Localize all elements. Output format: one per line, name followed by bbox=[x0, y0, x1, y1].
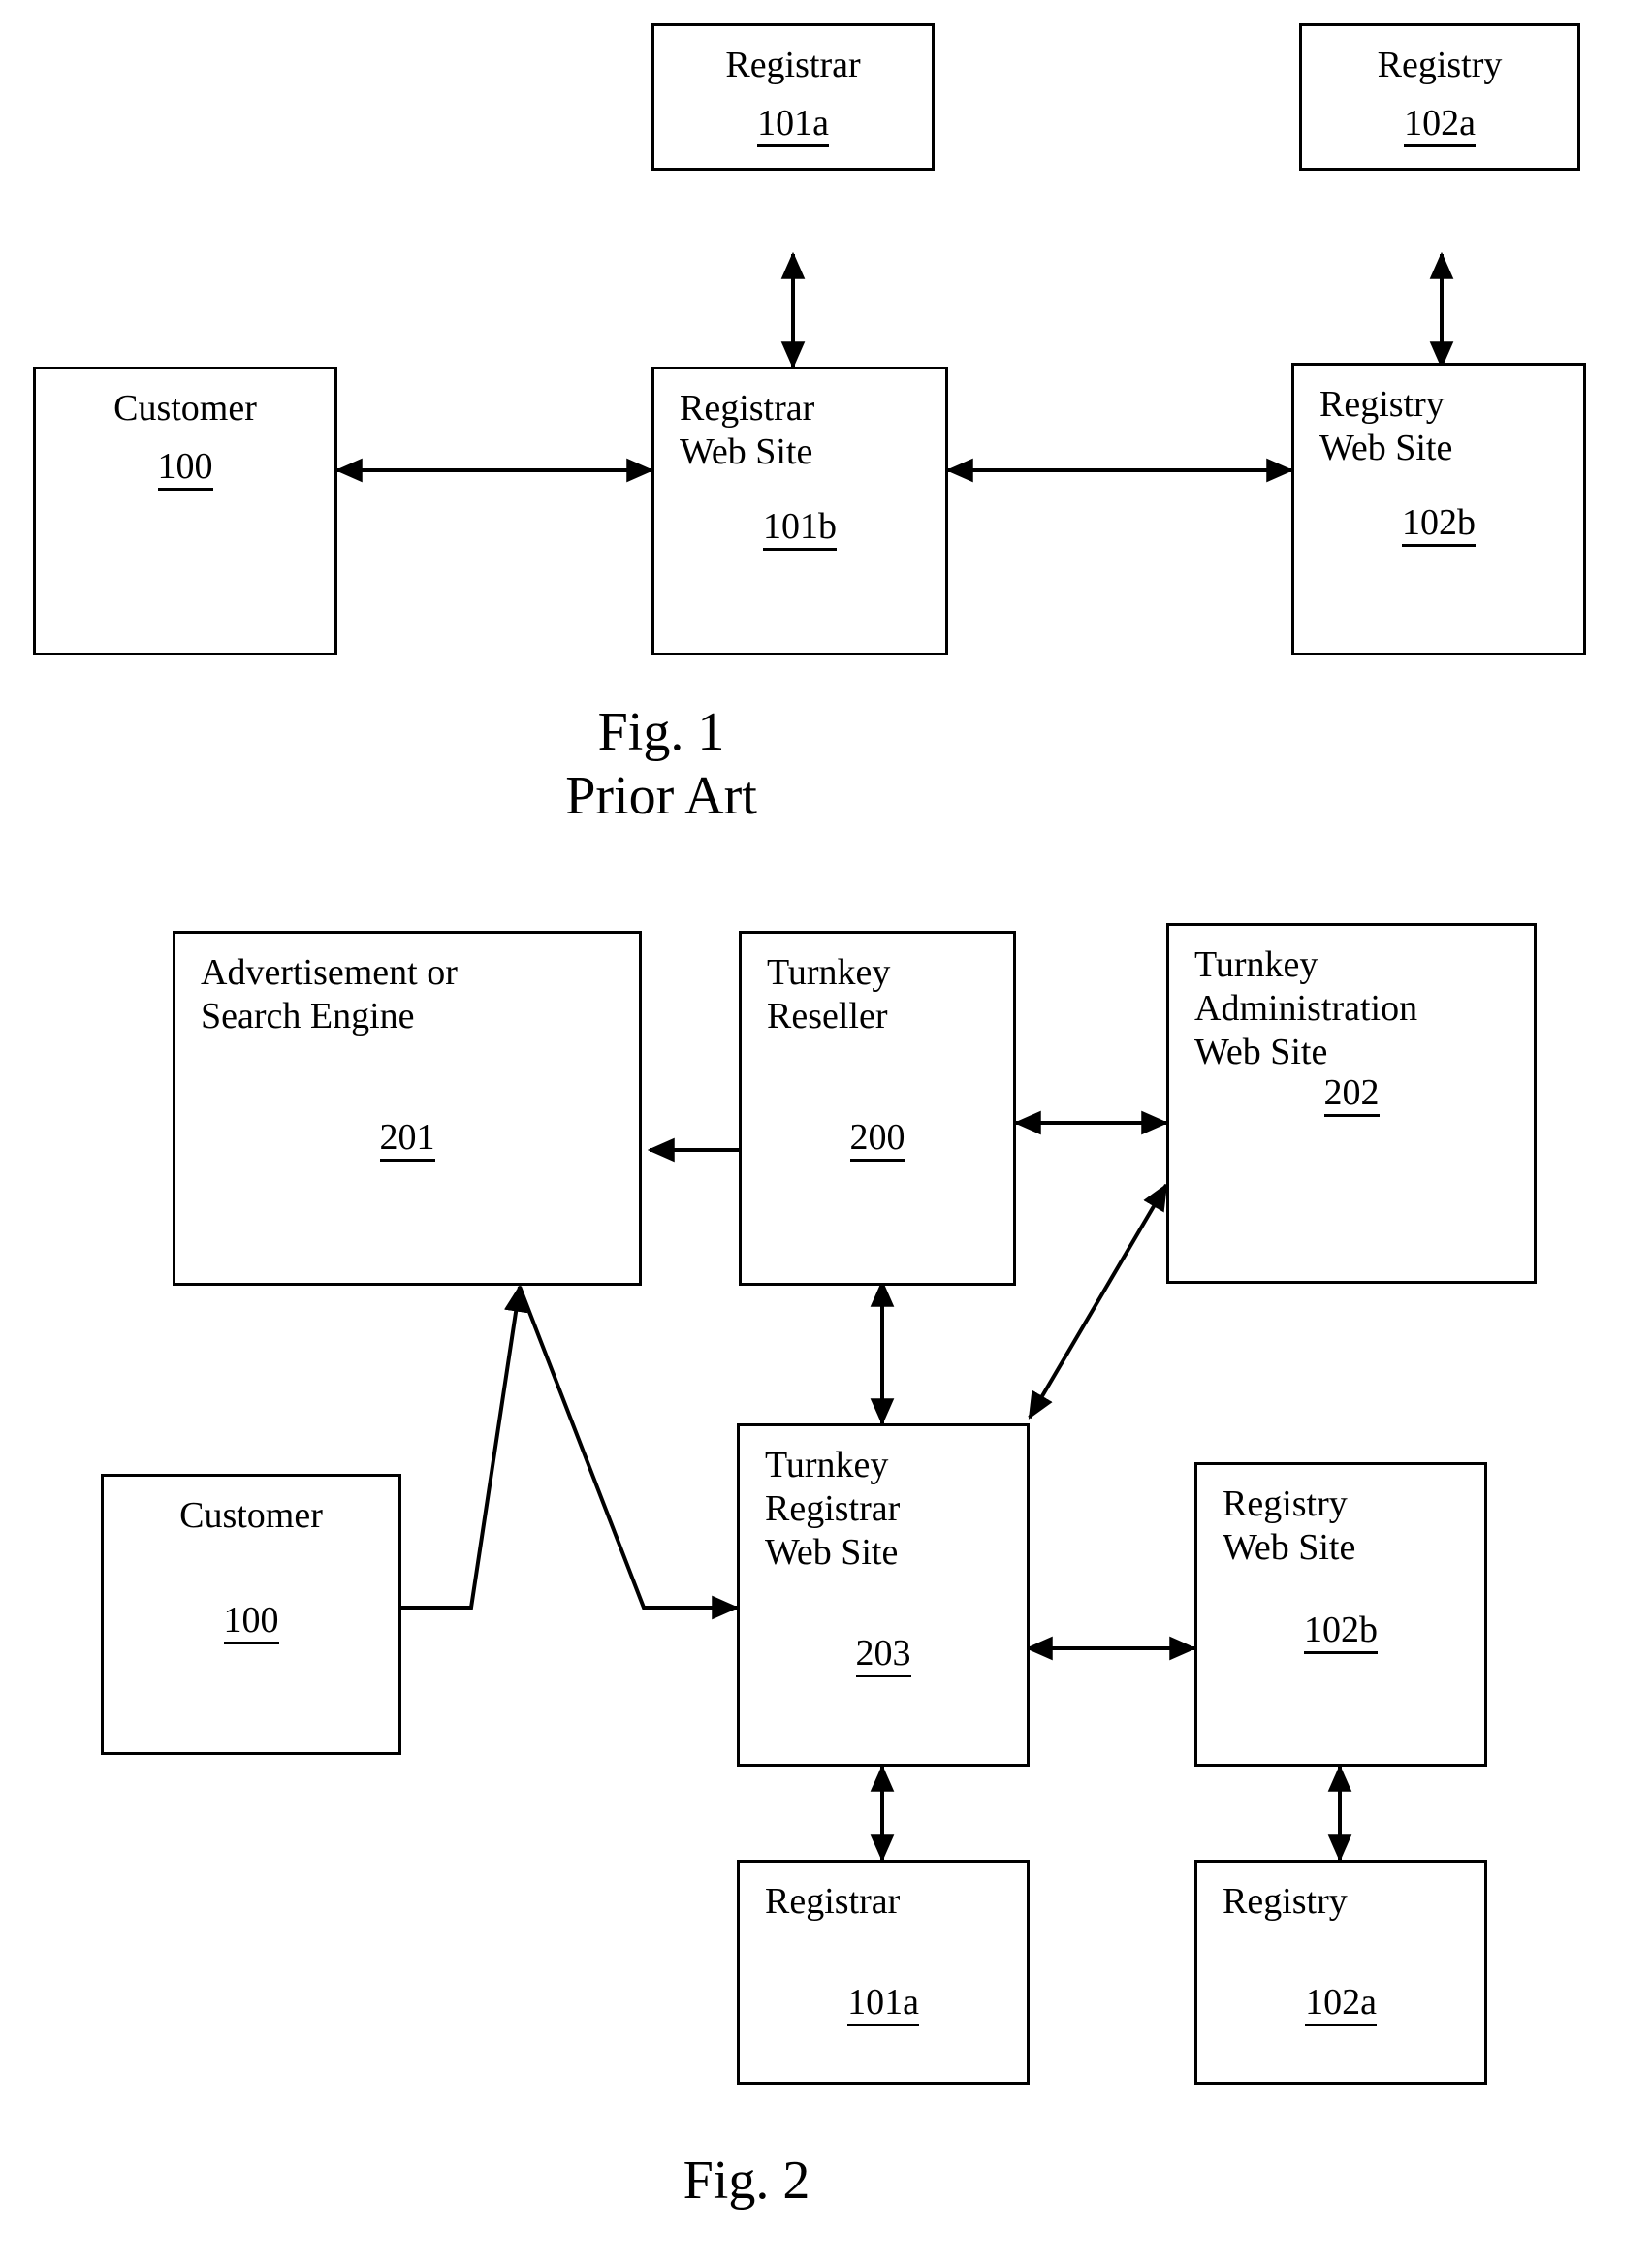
node-registry-web-site-102b-fig2[interactable]: Registry Web Site 102b bbox=[1194, 1462, 1487, 1767]
node-title: Turnkey Administration Web Site bbox=[1194, 944, 1418, 1072]
node-registry-102a-fig2[interactable]: Registry 102a bbox=[1194, 1860, 1487, 2085]
node-reference-numeral: 203 bbox=[740, 1632, 1027, 1677]
node-title: Customer bbox=[113, 388, 257, 429]
node-reference-numeral: 200 bbox=[742, 1116, 1013, 1162]
node-title: Registry Web Site bbox=[1319, 384, 1453, 468]
figure-sheet: Registrar 101a Registry 102a Customer 10… bbox=[0, 0, 1652, 2265]
node-reference-numeral: 102b bbox=[1294, 501, 1583, 547]
node-customer-100-fig2[interactable]: Customer 100 bbox=[101, 1474, 401, 1755]
node-registrar-101a[interactable]: Registrar 101a bbox=[651, 23, 935, 171]
node-title: Turnkey Registrar Web Site bbox=[765, 1445, 901, 1573]
node-reference-numeral: 201 bbox=[175, 1116, 639, 1162]
node-registrar-101a-fig2[interactable]: Registrar 101a bbox=[737, 1860, 1030, 2085]
node-title: Advertisement or Search Engine bbox=[201, 952, 458, 1037]
node-reference-numeral: 102a bbox=[1197, 1981, 1484, 2026]
edge-customer-to-turnkey-registrar-web bbox=[518, 1286, 740, 1620]
node-turnkey-administration-web-site-202[interactable]: Turnkey Administration Web Site 202 bbox=[1166, 923, 1537, 1284]
node-reference-numeral: 100 bbox=[104, 1599, 398, 1644]
figure-1-caption: Fig. 1 Prior Art bbox=[565, 702, 757, 827]
node-reference-numeral: 101a bbox=[654, 102, 932, 147]
figure-2-caption: Fig. 2 bbox=[683, 2151, 810, 2211]
node-title: Turnkey Reseller bbox=[767, 952, 891, 1037]
node-title: Registry bbox=[1377, 45, 1503, 85]
node-reference-numeral: 202 bbox=[1169, 1071, 1534, 1117]
node-reference-numeral: 102a bbox=[1302, 102, 1577, 147]
node-title: Registrar bbox=[725, 45, 861, 85]
node-title: Registrar bbox=[765, 1881, 901, 1922]
node-title: Customer bbox=[179, 1495, 323, 1536]
node-customer-100[interactable]: Customer 100 bbox=[33, 367, 337, 655]
edge-customer-to-advertisement bbox=[401, 1284, 528, 1610]
node-reference-numeral: 101a bbox=[740, 1981, 1027, 2026]
node-title: Registry Web Site bbox=[1223, 1483, 1356, 1568]
node-turnkey-registrar-web-site-203[interactable]: Turnkey Registrar Web Site 203 bbox=[737, 1423, 1030, 1767]
node-title: Registrar Web Site bbox=[680, 388, 815, 472]
node-advertisement-or-search-engine-201[interactable]: Advertisement or Search Engine 201 bbox=[173, 931, 642, 1286]
node-reference-numeral: 102b bbox=[1197, 1609, 1484, 1654]
edge-turnkey-registrar-web-to-turnkey-admin bbox=[1028, 1183, 1168, 1420]
node-reference-numeral: 100 bbox=[36, 445, 334, 491]
node-title: Registry bbox=[1223, 1881, 1348, 1922]
node-registry-web-site-102b[interactable]: Registry Web Site 102b bbox=[1291, 363, 1586, 655]
node-registrar-web-site-101b[interactable]: Registrar Web Site 101b bbox=[651, 367, 948, 655]
node-reference-numeral: 101b bbox=[654, 505, 945, 551]
node-turnkey-reseller-200[interactable]: Turnkey Reseller 200 bbox=[739, 931, 1016, 1286]
node-registry-102a[interactable]: Registry 102a bbox=[1299, 23, 1580, 171]
